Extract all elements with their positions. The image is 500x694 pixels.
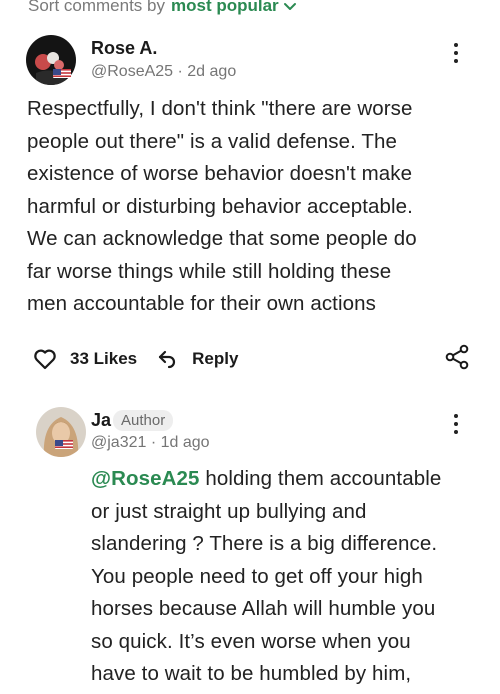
comment-line-text: holding them accountable: [199, 467, 442, 490]
heart-icon: [34, 349, 56, 370]
comment-line: slandering ? There is a big difference.: [91, 532, 438, 555]
comment-handle[interactable]: @RoseA25: [91, 63, 173, 80]
comment-line: men accountable for their own actions: [27, 292, 376, 315]
comment-author-name[interactable]: Rose A.: [91, 38, 157, 59]
comment-line: Respectfully, I don't think "there are w…: [27, 97, 413, 120]
reply-button[interactable]: Reply: [157, 349, 238, 369]
comment-meta: @ja321 · 1d ago: [91, 434, 210, 452]
comment-line: or just straight up bullying and: [91, 499, 367, 523]
meta-separator: ·: [146, 434, 161, 451]
chevron-down-icon[interactable]: [283, 2, 297, 12]
comment-line: existence of worse behavior doesn't make: [27, 162, 413, 185]
comment-line: You people need to get off your high: [91, 564, 423, 588]
comment-time: 2d ago: [187, 63, 237, 80]
reply-icon: [159, 350, 176, 369]
us-flag-icon: [53, 67, 71, 78]
kebab-menu-icon[interactable]: [446, 40, 466, 66]
comment-time: 1d ago: [160, 434, 210, 451]
comment-line: @RoseA25 holding them accountable: [91, 463, 491, 496]
author-badge: Author: [113, 410, 174, 431]
comment-handle[interactable]: @ja321: [91, 434, 146, 451]
sort-comments-control[interactable]: Sort comments by most popular: [28, 0, 297, 16]
reply-label[interactable]: Reply: [192, 349, 238, 369]
kebab-menu-icon[interactable]: [446, 411, 466, 437]
comment-line: far worse things while still holding the…: [27, 259, 392, 283]
sort-value[interactable]: most popular: [171, 0, 279, 16]
meta-separator: ·: [173, 63, 188, 80]
sort-label: Sort comments by: [28, 0, 165, 15]
user-mention-link[interactable]: @RoseA25: [91, 467, 200, 490]
comment-line: people out there" is a valid defense. Th…: [27, 129, 397, 153]
comment-line: We can acknowledge that some people do: [27, 227, 417, 250]
comment-line: harmful or disturbing behavior acceptabl…: [27, 194, 413, 218]
comment-line: have to wait to be humbled by him,: [91, 662, 412, 685]
like-button[interactable]: 33 Likes: [33, 348, 137, 370]
avatar[interactable]: [36, 407, 86, 457]
comment-actions: 33 Likes Reply: [33, 345, 238, 373]
share-icon[interactable]: [444, 344, 470, 370]
like-count[interactable]: 33 Likes: [70, 349, 137, 369]
comment-body: Respectfully, I don't think "there are w…: [27, 93, 487, 321]
comment-author-name[interactable]: Ja: [91, 410, 111, 431]
comment-line: horses because Allah will humble you: [91, 597, 436, 620]
comment-line: so quick. It’s even worse when you: [91, 629, 411, 653]
us-flag-icon: [55, 438, 73, 449]
comment-meta: @RoseA25 · 2d ago: [91, 63, 236, 81]
comment-body: @RoseA25 holding them accountable or jus…: [91, 463, 491, 691]
